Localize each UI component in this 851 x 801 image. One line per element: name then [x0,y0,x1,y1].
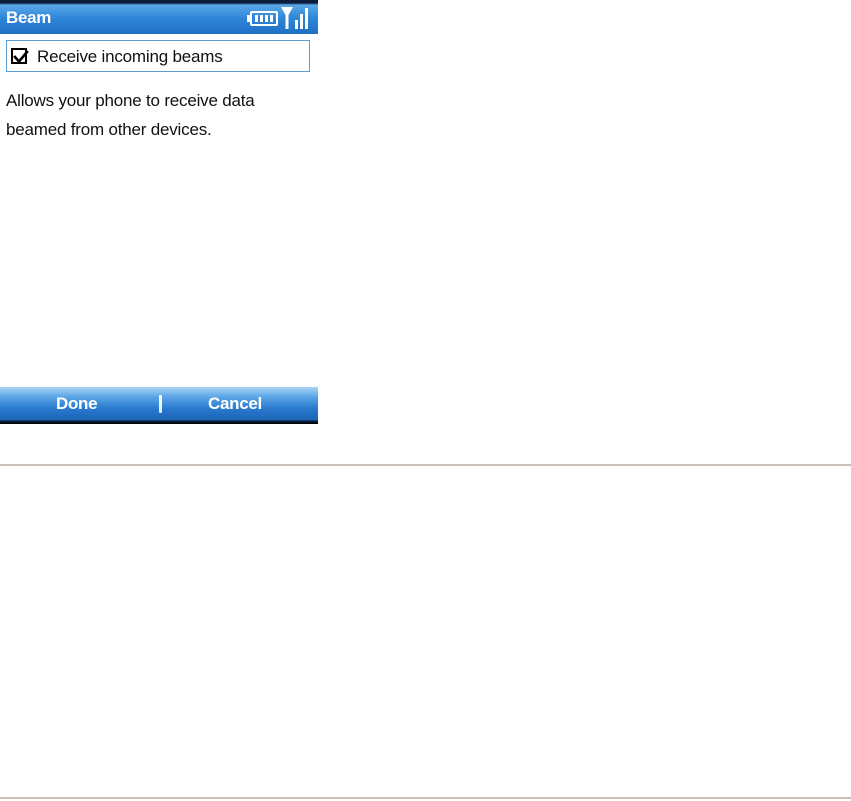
page-divider-top [0,464,851,466]
signal-strength-icon [281,7,308,29]
receive-beams-label: Receive incoming beams [37,47,223,66]
softkey-divider [159,395,162,413]
status-icons [244,5,310,31]
cancel-softkey[interactable]: Cancel [208,394,262,414]
checkmark-icon [13,50,29,64]
receive-beams-checkbox[interactable] [11,48,29,64]
phone-screen: Beam Receive incoming beams Allows your … [0,0,318,424]
done-softkey[interactable]: Done [56,394,98,414]
page-divider-bottom [0,797,851,799]
receive-beams-setting[interactable]: Receive incoming beams [6,40,310,72]
title-bar: Beam [0,0,318,34]
softkey-bar: Done Cancel [0,387,318,424]
description-line-1: Allows your phone to receive data [6,91,255,110]
battery-icon [247,11,278,26]
description-line-2: beamed from other devices. [6,120,212,139]
setting-description: Allows your phone to receive data beamed… [6,86,312,144]
screen-title: Beam [6,8,52,27]
